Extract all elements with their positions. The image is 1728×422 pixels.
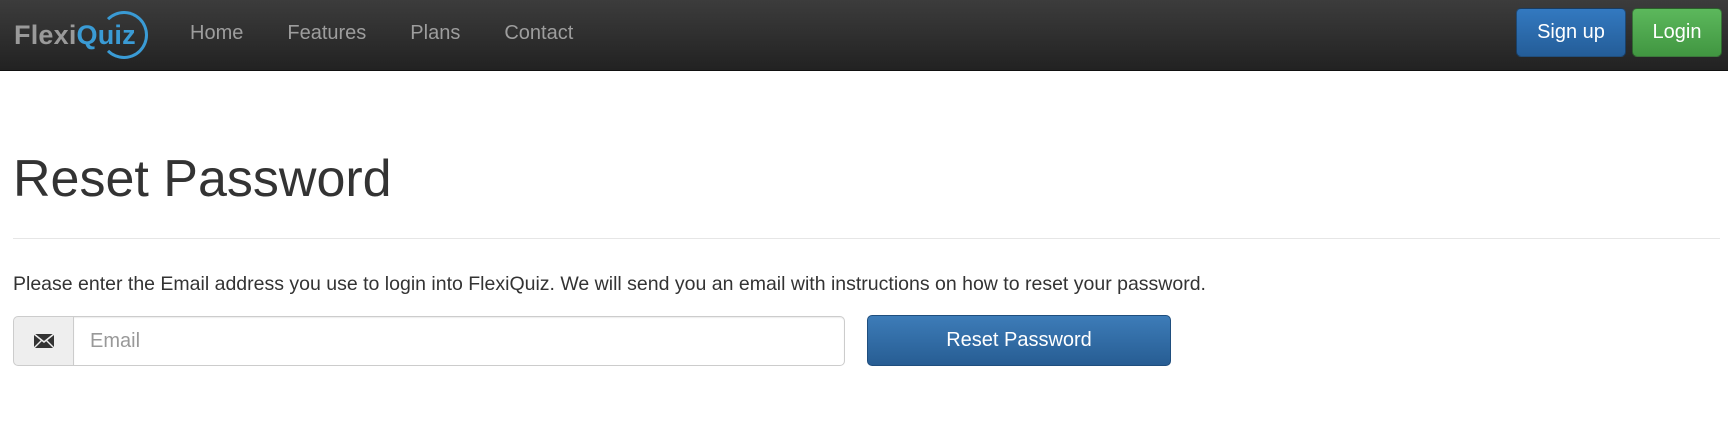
logo-text-flexi: Flexi	[14, 19, 77, 50]
email-input-group	[13, 316, 845, 366]
nav-link-home[interactable]: Home	[168, 22, 265, 45]
logo-text-quiz: Quiz	[76, 19, 136, 50]
envelope-icon	[13, 316, 73, 366]
title-divider	[13, 238, 1720, 239]
reset-password-button[interactable]: Reset Password	[867, 315, 1171, 366]
page-title: Reset Password	[13, 150, 392, 208]
login-button[interactable]: Login	[1632, 8, 1722, 57]
email-input[interactable]	[73, 316, 845, 366]
top-navbar: Flexi Quiz Home Features Plans Contact S…	[0, 0, 1728, 71]
nav-link-plans[interactable]: Plans	[388, 22, 482, 45]
instructions-text: Please enter the Email address you use t…	[13, 273, 1206, 295]
logo-quiz-wrap: Quiz	[76, 10, 148, 59]
nav-link-features[interactable]: Features	[265, 22, 388, 45]
signup-button[interactable]: Sign up	[1516, 8, 1626, 57]
flexiquiz-logo[interactable]: Flexi Quiz	[14, 8, 148, 62]
nav-links: Home Features Plans Contact	[168, 0, 595, 66]
nav-link-contact[interactable]: Contact	[482, 22, 595, 45]
